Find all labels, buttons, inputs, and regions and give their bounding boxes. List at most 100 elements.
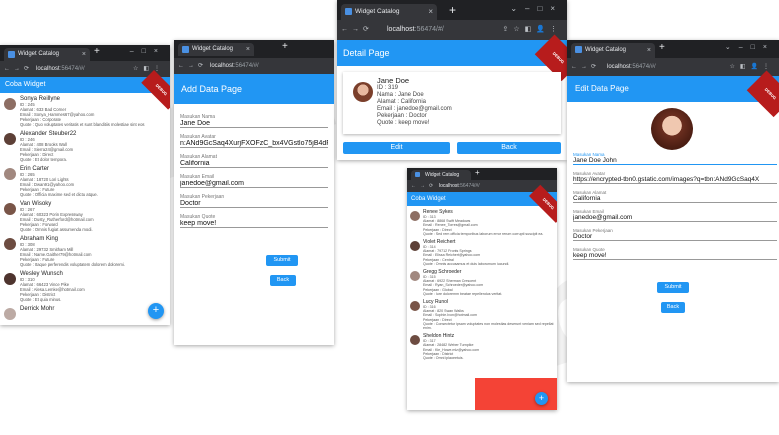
browser-tab[interactable]: Widget Catalog × — [178, 43, 254, 56]
form-field[interactable]: Masukan Pekerjaan Doctor — [180, 194, 328, 208]
avatar — [4, 308, 16, 320]
app-bar: Detail Page DEBUG — [337, 34, 567, 82]
field-input[interactable]: Doctor — [573, 233, 777, 240]
browser-tab[interactable]: Widget Catalog × — [571, 43, 655, 58]
avatar — [4, 273, 16, 285]
url-field[interactable]: localhost:56474/#/ — [387, 25, 502, 35]
avatar — [4, 133, 16, 145]
avatar — [410, 211, 420, 221]
window-controls[interactable]: ⌄‒□× — [725, 40, 775, 56]
avatar — [410, 301, 420, 312]
back-button[interactable]: Back — [270, 275, 296, 286]
flutter-icon — [575, 46, 582, 53]
list-item[interactable]: Sonya Reillyne ID : 245 Alamat : 633 Bad C… — [0, 96, 170, 127]
list-item[interactable]: Erin Carter ID : 265 Alamat : 18720 Lori L… — [0, 166, 170, 197]
app-title: Coba Widget — [411, 196, 446, 202]
field-input[interactable]: Doctor — [180, 200, 328, 207]
edit-button[interactable]: Edit — [343, 142, 450, 154]
avatar — [4, 98, 16, 110]
detail-id: ID : 319 — [377, 85, 399, 91]
new-tab-icon[interactable]: + — [94, 46, 100, 57]
browser-tab[interactable]: Widget Catalog × — [341, 4, 437, 20]
field-input[interactable]: janedoe@gmail.com — [573, 214, 777, 221]
new-tab-icon[interactable]: + — [659, 42, 665, 53]
list-item[interactable]: Van Wisoky ID : 267 Alamat : 60323 Porin E… — [0, 201, 170, 232]
field-input[interactable]: California — [573, 195, 777, 202]
detail-quote: Quote : keep move! — [377, 120, 430, 126]
field-input[interactable]: Jane Doe — [180, 120, 328, 127]
back-button[interactable]: Back — [661, 302, 685, 313]
list-item[interactable]: Wesley Wunsch ID : 310 Alamat : 66423 Vinc… — [0, 271, 170, 302]
list-item[interactable]: Violet Reichert ID : 314 Alamat : 79712 Fr… — [407, 239, 557, 266]
field-input[interactable]: Jane Doe John — [573, 157, 777, 164]
form-field[interactable]: Masukan Quote keep move! — [180, 214, 328, 228]
nav-icons[interactable]: ←→⟳ — [341, 20, 373, 40]
add-fab-button[interactable]: + — [148, 303, 164, 319]
list2-window: Widget Catalog + ←→⟳ localhost:56474/#/ … — [407, 168, 557, 410]
address-bar: ←→⟳ localhost:56474/#/ ☆◧⋮ — [0, 61, 170, 77]
flutter-icon — [182, 46, 189, 53]
form-field[interactable]: Masukan Email janedoe@gmail.com — [180, 174, 328, 188]
page-title: Detail Page — [343, 48, 390, 58]
flutter-icon — [8, 51, 15, 58]
form-field[interactable]: Masukan Email janedoe@gmail.com — [573, 209, 777, 222]
browser-tab[interactable]: Widget Catalog — [411, 170, 471, 180]
url-field[interactable]: localhost:56474/#/ — [607, 62, 713, 72]
new-tab-icon[interactable]: + — [449, 3, 456, 17]
item-quote: Quote : Quo voluptates veritatis et sunt… — [20, 122, 145, 127]
close-tab-icon[interactable]: × — [428, 4, 433, 20]
field-input[interactable]: California — [180, 160, 328, 167]
nav-icons[interactable]: ←→⟳ — [4, 61, 33, 77]
item-quote: Quote : Omnis accusamus et duis laborumu… — [423, 261, 510, 266]
submit-button[interactable]: Submit — [657, 282, 689, 293]
list-item[interactable]: Gregg Schroeder ID : 315 Alamat : 6922 She… — [407, 269, 557, 296]
submit-button[interactable]: Submit — [266, 255, 298, 266]
window-controls[interactable]: ‒□× — [130, 45, 166, 59]
nav-icons[interactable]: ←→⟳ — [411, 180, 437, 192]
field-input[interactable]: keep move! — [180, 220, 328, 227]
edit-window: Widget Catalog × + ⌄‒□× ←→⟳ localhost:564… — [567, 40, 779, 382]
form-field[interactable]: Masukan Nama Jane Doe — [180, 114, 328, 128]
form-field[interactable]: Masukan Quote keep move! — [573, 247, 777, 260]
form-field[interactable]: Masukan Nama Jane Doe John — [573, 152, 777, 165]
new-tab-icon[interactable]: + — [282, 41, 288, 52]
field-input[interactable]: https://encrypted-tbn0.gstatic.com/image… — [573, 176, 777, 183]
list-item[interactable]: Sheldon Hintz ID : 317 Alamat : 28482 Webe… — [407, 333, 557, 360]
nav-icons[interactable]: ←→⟳ — [178, 58, 207, 74]
form-field[interactable]: Masukan Alamat California — [180, 154, 328, 168]
url-field[interactable]: localhost:56474/#/ — [210, 61, 290, 71]
list-item[interactable]: Abraham King ID : 308 Alamat : 29732 Smith… — [0, 236, 170, 267]
field-input[interactable]: n:ANd9GcSaq4XurjFXOFzC_bx4VGstlo75jB4dFu — [180, 140, 328, 147]
tab-title: Widget Catalog — [18, 51, 60, 57]
app-bar: Add Data Page — [174, 74, 334, 104]
browser-tab[interactable]: Widget Catalog × — [4, 48, 90, 61]
flutter-icon — [345, 8, 352, 15]
list-item[interactable]: Lucy Runol ID : 316 Alamat : 820 Swan Walk… — [407, 299, 557, 330]
add-fab-button[interactable]: + — [535, 392, 548, 405]
form-field[interactable]: Masukan Avatar https://encrypted-tbn0.gst… — [573, 171, 777, 184]
widget-list: Renee Sykes ID : 313 Alamat : 8868 Swift M… — [407, 206, 557, 360]
list-item[interactable]: Derrick Mohr — [0, 306, 170, 320]
close-tab-icon[interactable]: × — [82, 48, 86, 61]
list-item[interactable]: Alexander Steuber22 ID : 246 Alamat : 408 … — [0, 131, 170, 162]
avatar — [410, 271, 420, 282]
url-field[interactable]: localhost:56474/#/ — [36, 64, 121, 74]
form-field[interactable]: Masukan Alamat California — [573, 190, 777, 203]
new-tab-icon[interactable]: + — [475, 168, 480, 177]
form-field[interactable]: Masukan Pekerjaan Doctor — [573, 228, 777, 241]
field-input[interactable]: keep move! — [573, 252, 777, 259]
close-tab-icon[interactable]: × — [246, 43, 250, 56]
window-controls[interactable]: ⌄‒□× — [510, 0, 563, 18]
add-window: Widget Catalog × + ←→⟳ localhost:56474/#/… — [174, 40, 334, 345]
url-field[interactable]: localhost:56474/#/ — [439, 181, 514, 191]
list-item[interactable]: Renee Sykes ID : 313 Alamat : 8868 Swift M… — [407, 209, 557, 236]
close-tab-icon[interactable]: × — [647, 43, 651, 58]
back-button[interactable]: Back — [457, 142, 561, 154]
page-title: Edit Data Page — [575, 84, 629, 93]
avatar — [4, 238, 16, 250]
field-input[interactable]: janedoe@gmail.com — [180, 180, 328, 187]
item-quote: Quote : Sed rem officia temporibus labor… — [423, 231, 544, 236]
app-bar: Edit Data Page DEBUG — [567, 70, 779, 118]
form-field[interactable]: Masukan Avatar n:ANd9GcSaq4XurjFXOFzC_bx4… — [180, 134, 328, 148]
nav-icons[interactable]: ←→⟳ — [571, 58, 600, 76]
